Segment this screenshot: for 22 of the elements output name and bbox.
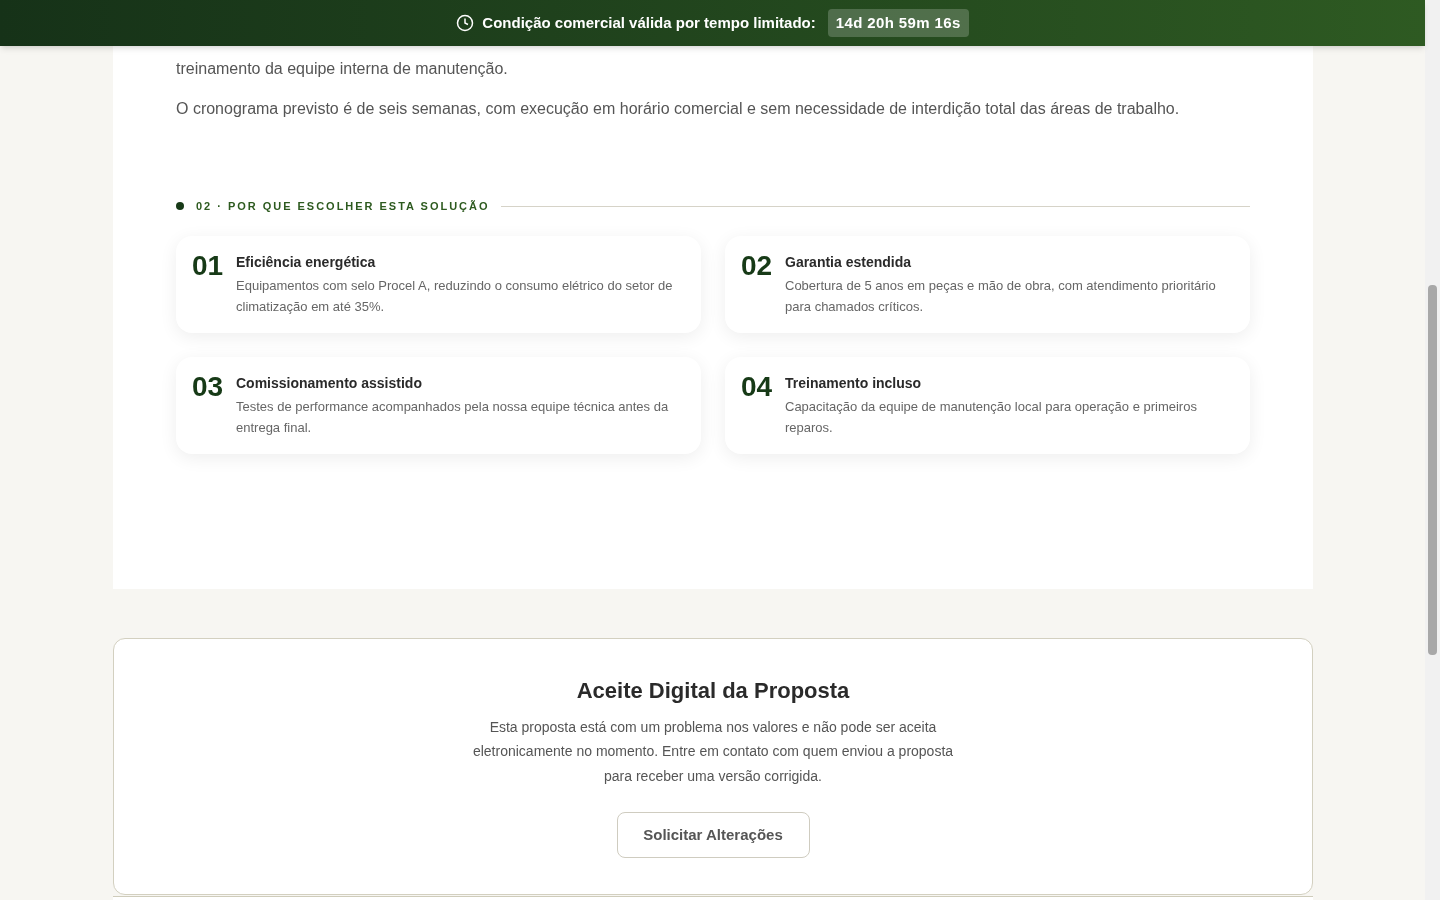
scrollbar[interactable]	[1425, 0, 1440, 900]
benefit-description: Cobertura de 5 anos em peças e mão de obra, com atendimento prioritário para chamados críticos.	[785, 276, 1217, 316]
body-paragraph: O cronograma previsto é de seis semanas, com execução em horário comercial e sem necessidade de interdição total das áreas de trabalho.	[176, 99, 1181, 119]
benefit-description: Capacitação da equipe de manutenção local para operação e primeiros reparos.	[785, 397, 1198, 437]
benefit-title: Comissionamento assistido	[236, 373, 423, 393]
benefit-number: 03	[192, 370, 222, 404]
body-paragraph: treinamento da equipe interna de manutenção.	[176, 59, 509, 79]
benefit-number: 01	[192, 249, 222, 283]
benefit-title: Garantia estendida	[785, 252, 913, 272]
countdown-timer: 14d 20h 59m 16s	[827, 8, 969, 38]
benefit-number: 04	[741, 370, 771, 404]
benefit-description: Testes de performance acompanhados pela nossa equipe técnica antes da entrega final.	[236, 397, 670, 437]
benefit-description: Equipamentos com selo Procel A, reduzindo o consumo elétrico do setor de climatização em até 35%.	[236, 276, 674, 316]
benefit-number: 02	[741, 249, 771, 283]
section-heading: 02 · POR QUE ESCOLHER ESTA SOLUÇÃO	[196, 199, 490, 214]
banner-text: Condição comercial válida por tempo limitado:	[482, 12, 816, 33]
benefit-title: Treinamento incluso	[785, 373, 923, 393]
benefit-title: Eficiência energética	[236, 252, 377, 272]
acceptance-title: Aceite Digital da Proposta	[576, 676, 850, 705]
clock-icon	[456, 14, 475, 32]
acceptance-message: Esta proposta está com um problema nos valores e não pode ser aceita eletronicamente no momento. Entre em contato com quem enviou a proposta para receber uma versão corrigida.	[471, 717, 955, 786]
request-changes-button[interactable]: Solicitar Alterações	[616, 812, 810, 858]
